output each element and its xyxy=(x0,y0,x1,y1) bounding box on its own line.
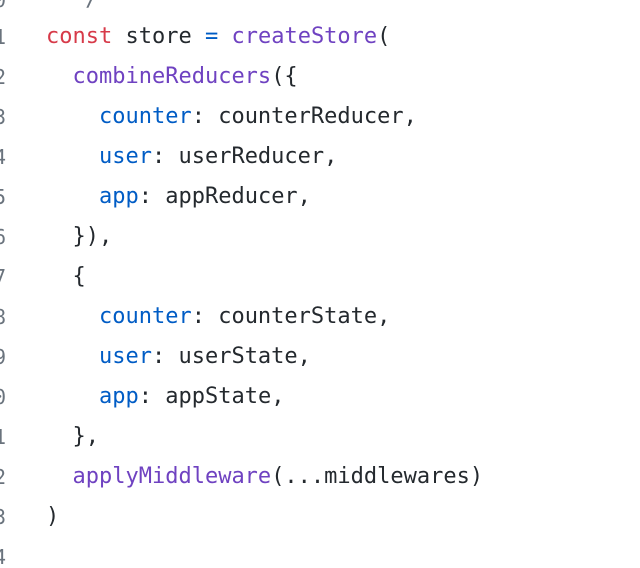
identifier-token: store xyxy=(125,24,192,49)
code-line-12: applyMiddleware(...middlewares) xyxy=(46,457,484,497)
function-token: combineReducers xyxy=(72,64,272,89)
identifier-token: counterReducer, xyxy=(204,104,417,129)
identifier-token: (...middlewares) xyxy=(271,464,484,489)
code-line-5: app: appReducer, xyxy=(98,184,311,209)
code-line-6: }), xyxy=(46,224,113,249)
code-area[interactable]: */ const store = createStore( combineRed… xyxy=(0,0,640,568)
punctuation-token: ( xyxy=(377,24,391,49)
code-line-2: combineReducers({ xyxy=(46,57,298,97)
code-line-7: { xyxy=(46,264,86,289)
code-line-1: const store = createStore( xyxy=(46,17,390,57)
property-key-token: app xyxy=(98,184,139,209)
identifier-token: counterState, xyxy=(204,304,391,329)
identifier-token: userState, xyxy=(165,344,311,369)
function-token: createStore xyxy=(231,24,378,49)
identifier-token: appReducer, xyxy=(151,184,311,209)
identifier-token: userReducer, xyxy=(165,144,338,169)
code-line-4: user: userReducer, xyxy=(98,144,338,169)
property-key-token: counter xyxy=(98,104,192,129)
keyword-token: const xyxy=(46,24,113,49)
punctuation-token: ({ xyxy=(271,64,298,89)
code-editor[interactable]: 0 1 2 3 4 5 6 7 8 9 0 1 2 3 4 */ const s… xyxy=(0,0,640,568)
property-key-token: user xyxy=(98,344,152,369)
property-key-token: app xyxy=(98,384,139,409)
property-key-token: counter xyxy=(98,304,192,329)
code-line-10: app: appState, xyxy=(98,384,285,409)
identifier-token: appState, xyxy=(151,384,285,409)
code-line-8: counter: counterState, xyxy=(98,304,391,329)
operator-token: = xyxy=(204,24,219,49)
code-line-11: }, xyxy=(46,424,99,449)
code-line-9: user: userState, xyxy=(98,344,311,369)
code-line-3: counter: counterReducer, xyxy=(98,104,417,129)
code-line-13: ) xyxy=(46,504,60,529)
property-key-token: user xyxy=(98,144,152,169)
function-token: applyMiddleware xyxy=(72,464,272,489)
